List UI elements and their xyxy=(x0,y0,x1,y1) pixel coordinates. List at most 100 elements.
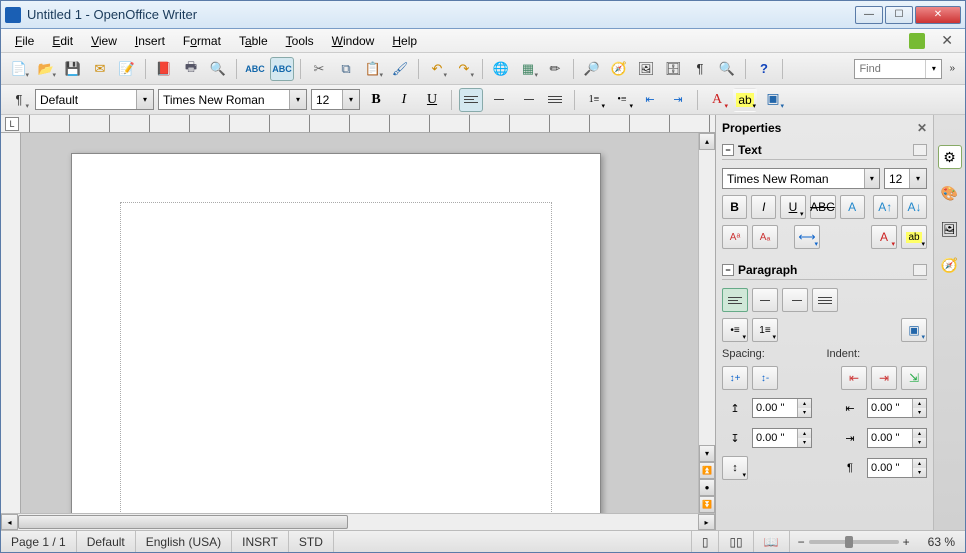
bold-button[interactable]: B xyxy=(364,88,388,112)
new-button[interactable]: 📄 xyxy=(7,57,31,81)
sidebar-align-left-button[interactable] xyxy=(722,288,748,312)
find-dropdown[interactable]: ▾ xyxy=(925,60,941,78)
close-button[interactable]: ✕ xyxy=(915,6,961,24)
page[interactable] xyxy=(71,153,601,513)
left-indent-spinner[interactable]: ▴▾ xyxy=(867,398,927,418)
italic-button[interactable]: I xyxy=(392,88,416,112)
autospell-button[interactable]: ABC xyxy=(270,57,294,81)
scroll-down-button[interactable]: ▾ xyxy=(699,445,715,462)
menu-edit[interactable]: Edit xyxy=(44,31,81,51)
spellcheck-button[interactable]: ABC xyxy=(243,57,267,81)
hyperlink-button[interactable]: 🌐 xyxy=(489,57,513,81)
bullet-list-button[interactable]: •≡ xyxy=(610,88,634,112)
decrease-indent-button[interactable]: ⇤ xyxy=(638,88,662,112)
sidebar-numbering-button[interactable]: 1≡ xyxy=(752,318,778,342)
undo-button[interactable]: ↶ xyxy=(425,57,449,81)
print-button[interactable]: 🖶 xyxy=(179,57,203,81)
below-spacing-spinner[interactable]: ▴▾ xyxy=(752,428,812,448)
font-name-input[interactable] xyxy=(159,90,289,109)
redo-button[interactable]: ↷ xyxy=(452,57,476,81)
sidebar-font-color-button[interactable]: A xyxy=(871,225,897,249)
line-spacing-button[interactable]: ↕ xyxy=(722,456,748,480)
numbered-list-button[interactable]: 1≡ xyxy=(582,88,606,112)
text-panel-more[interactable] xyxy=(913,144,927,156)
gallery-button[interactable]: 🖼 xyxy=(634,57,658,81)
paragraph-style-input[interactable] xyxy=(36,90,136,109)
zoom-in-button[interactable]: + xyxy=(903,535,910,549)
zoom-slider[interactable] xyxy=(809,540,899,544)
insert-table-button[interactable]: ▦ xyxy=(516,57,540,81)
menu-window[interactable]: Window xyxy=(324,31,383,51)
sidebar-shadow-button[interactable]: A xyxy=(840,195,865,219)
zoom-out-button[interactable]: − xyxy=(798,535,805,549)
sidebar-align-justify-button[interactable] xyxy=(812,288,838,312)
sidebar-font-dropdown[interactable]: ▾ xyxy=(864,169,879,188)
decrease-spacing-button[interactable]: ↕- xyxy=(752,366,778,390)
sidebar-close-button[interactable]: ✕ xyxy=(917,121,927,135)
vertical-scrollbar[interactable]: ▴ ▾ ⏫ ● ⏬ xyxy=(698,133,715,513)
find-input[interactable] xyxy=(855,60,925,78)
highlight-button[interactable]: ab xyxy=(733,88,757,112)
paragraph-panel-more[interactable] xyxy=(913,264,927,276)
menu-format[interactable]: Format xyxy=(175,31,229,51)
styles-button[interactable]: ¶ xyxy=(7,88,31,112)
menu-tools[interactable]: Tools xyxy=(278,31,322,51)
datasources-button[interactable]: 🗄 xyxy=(661,57,685,81)
status-page[interactable]: Page 1 / 1 xyxy=(1,531,77,552)
text-panel-toggle[interactable]: − xyxy=(722,144,734,156)
cut-button[interactable]: ✂ xyxy=(307,57,331,81)
nav-dot-button[interactable]: ● xyxy=(699,479,715,496)
mail-button[interactable]: ✉ xyxy=(88,57,112,81)
horizontal-ruler[interactable]: L xyxy=(1,115,715,133)
sidebar-align-right-button[interactable] xyxy=(782,288,808,312)
hscroll-thumb[interactable] xyxy=(18,515,348,529)
sidebar-tab-properties[interactable]: ⚙ xyxy=(938,145,962,169)
menu-table[interactable]: Table xyxy=(231,31,276,51)
download-icon[interactable] xyxy=(909,33,925,49)
paragraph-panel-toggle[interactable]: − xyxy=(722,264,734,276)
increase-indent-button[interactable]: ⇥ xyxy=(666,88,690,112)
toolbar-more[interactable]: » xyxy=(945,63,959,74)
sidebar-tab-gallery[interactable]: 🖼 xyxy=(938,217,962,241)
close-document-button[interactable]: ✕ xyxy=(935,32,959,49)
sidebar-increase-font-button[interactable]: A↑ xyxy=(873,195,898,219)
sidebar-tab-styles[interactable]: 🎨 xyxy=(938,181,962,205)
sidebar-superscript-button[interactable]: Aᵃ xyxy=(722,225,748,249)
status-view-single[interactable]: ▯ xyxy=(692,531,720,552)
paste-button[interactable]: 📋 xyxy=(361,57,385,81)
edit-file-button[interactable]: 📝 xyxy=(115,57,139,81)
zoom-button[interactable]: 🔍 xyxy=(715,57,739,81)
right-indent-spinner[interactable]: ▴▾ xyxy=(867,428,927,448)
sidebar-bgcolor-button[interactable]: ▣ xyxy=(901,318,927,342)
text-panel-header[interactable]: − Text xyxy=(722,141,927,160)
sidebar-bullets-button[interactable]: •≡ xyxy=(722,318,748,342)
vertical-ruler[interactable] xyxy=(1,133,21,513)
status-zoom[interactable]: 63 % xyxy=(918,531,965,552)
increase-indent-sb-button[interactable]: ⇤ xyxy=(841,366,867,390)
sidebar-spacing-button[interactable]: ⟷ xyxy=(794,225,820,249)
sidebar-strike-button[interactable]: ABC xyxy=(810,195,836,219)
sidebar-underline-button[interactable]: U xyxy=(780,195,805,219)
font-name-combo[interactable]: ▾ xyxy=(158,89,307,110)
menu-help[interactable]: Help xyxy=(384,31,425,51)
status-selection-mode[interactable]: STD xyxy=(289,531,334,552)
sidebar-italic-button[interactable]: I xyxy=(751,195,776,219)
open-button[interactable]: 📂 xyxy=(34,57,58,81)
paragraph-style-combo[interactable]: ▾ xyxy=(35,89,154,110)
status-view-multi[interactable]: ▯▯ xyxy=(719,531,753,552)
font-name-dropdown[interactable]: ▾ xyxy=(289,90,306,109)
hanging-indent-button[interactable]: ⇲ xyxy=(901,366,927,390)
sidebar-size-dropdown[interactable]: ▾ xyxy=(909,169,926,188)
ruler-corner[interactable]: L xyxy=(5,117,19,131)
align-left-button[interactable] xyxy=(459,88,483,112)
copy-button[interactable]: ⧉ xyxy=(334,57,358,81)
scroll-up-button[interactable]: ▴ xyxy=(699,133,715,150)
increase-spacing-button[interactable]: ↕+ xyxy=(722,366,748,390)
zoom-control[interactable]: − + xyxy=(790,535,918,549)
export-pdf-button[interactable]: 📕 xyxy=(152,57,176,81)
sidebar-highlight-button[interactable]: ab xyxy=(901,225,927,249)
paragraph-panel-header[interactable]: − Paragraph xyxy=(722,261,927,280)
find-box[interactable]: ▾ xyxy=(854,59,942,79)
above-spacing-spinner[interactable]: ▴▾ xyxy=(752,398,812,418)
show-draw-button[interactable]: ✏ xyxy=(543,57,567,81)
